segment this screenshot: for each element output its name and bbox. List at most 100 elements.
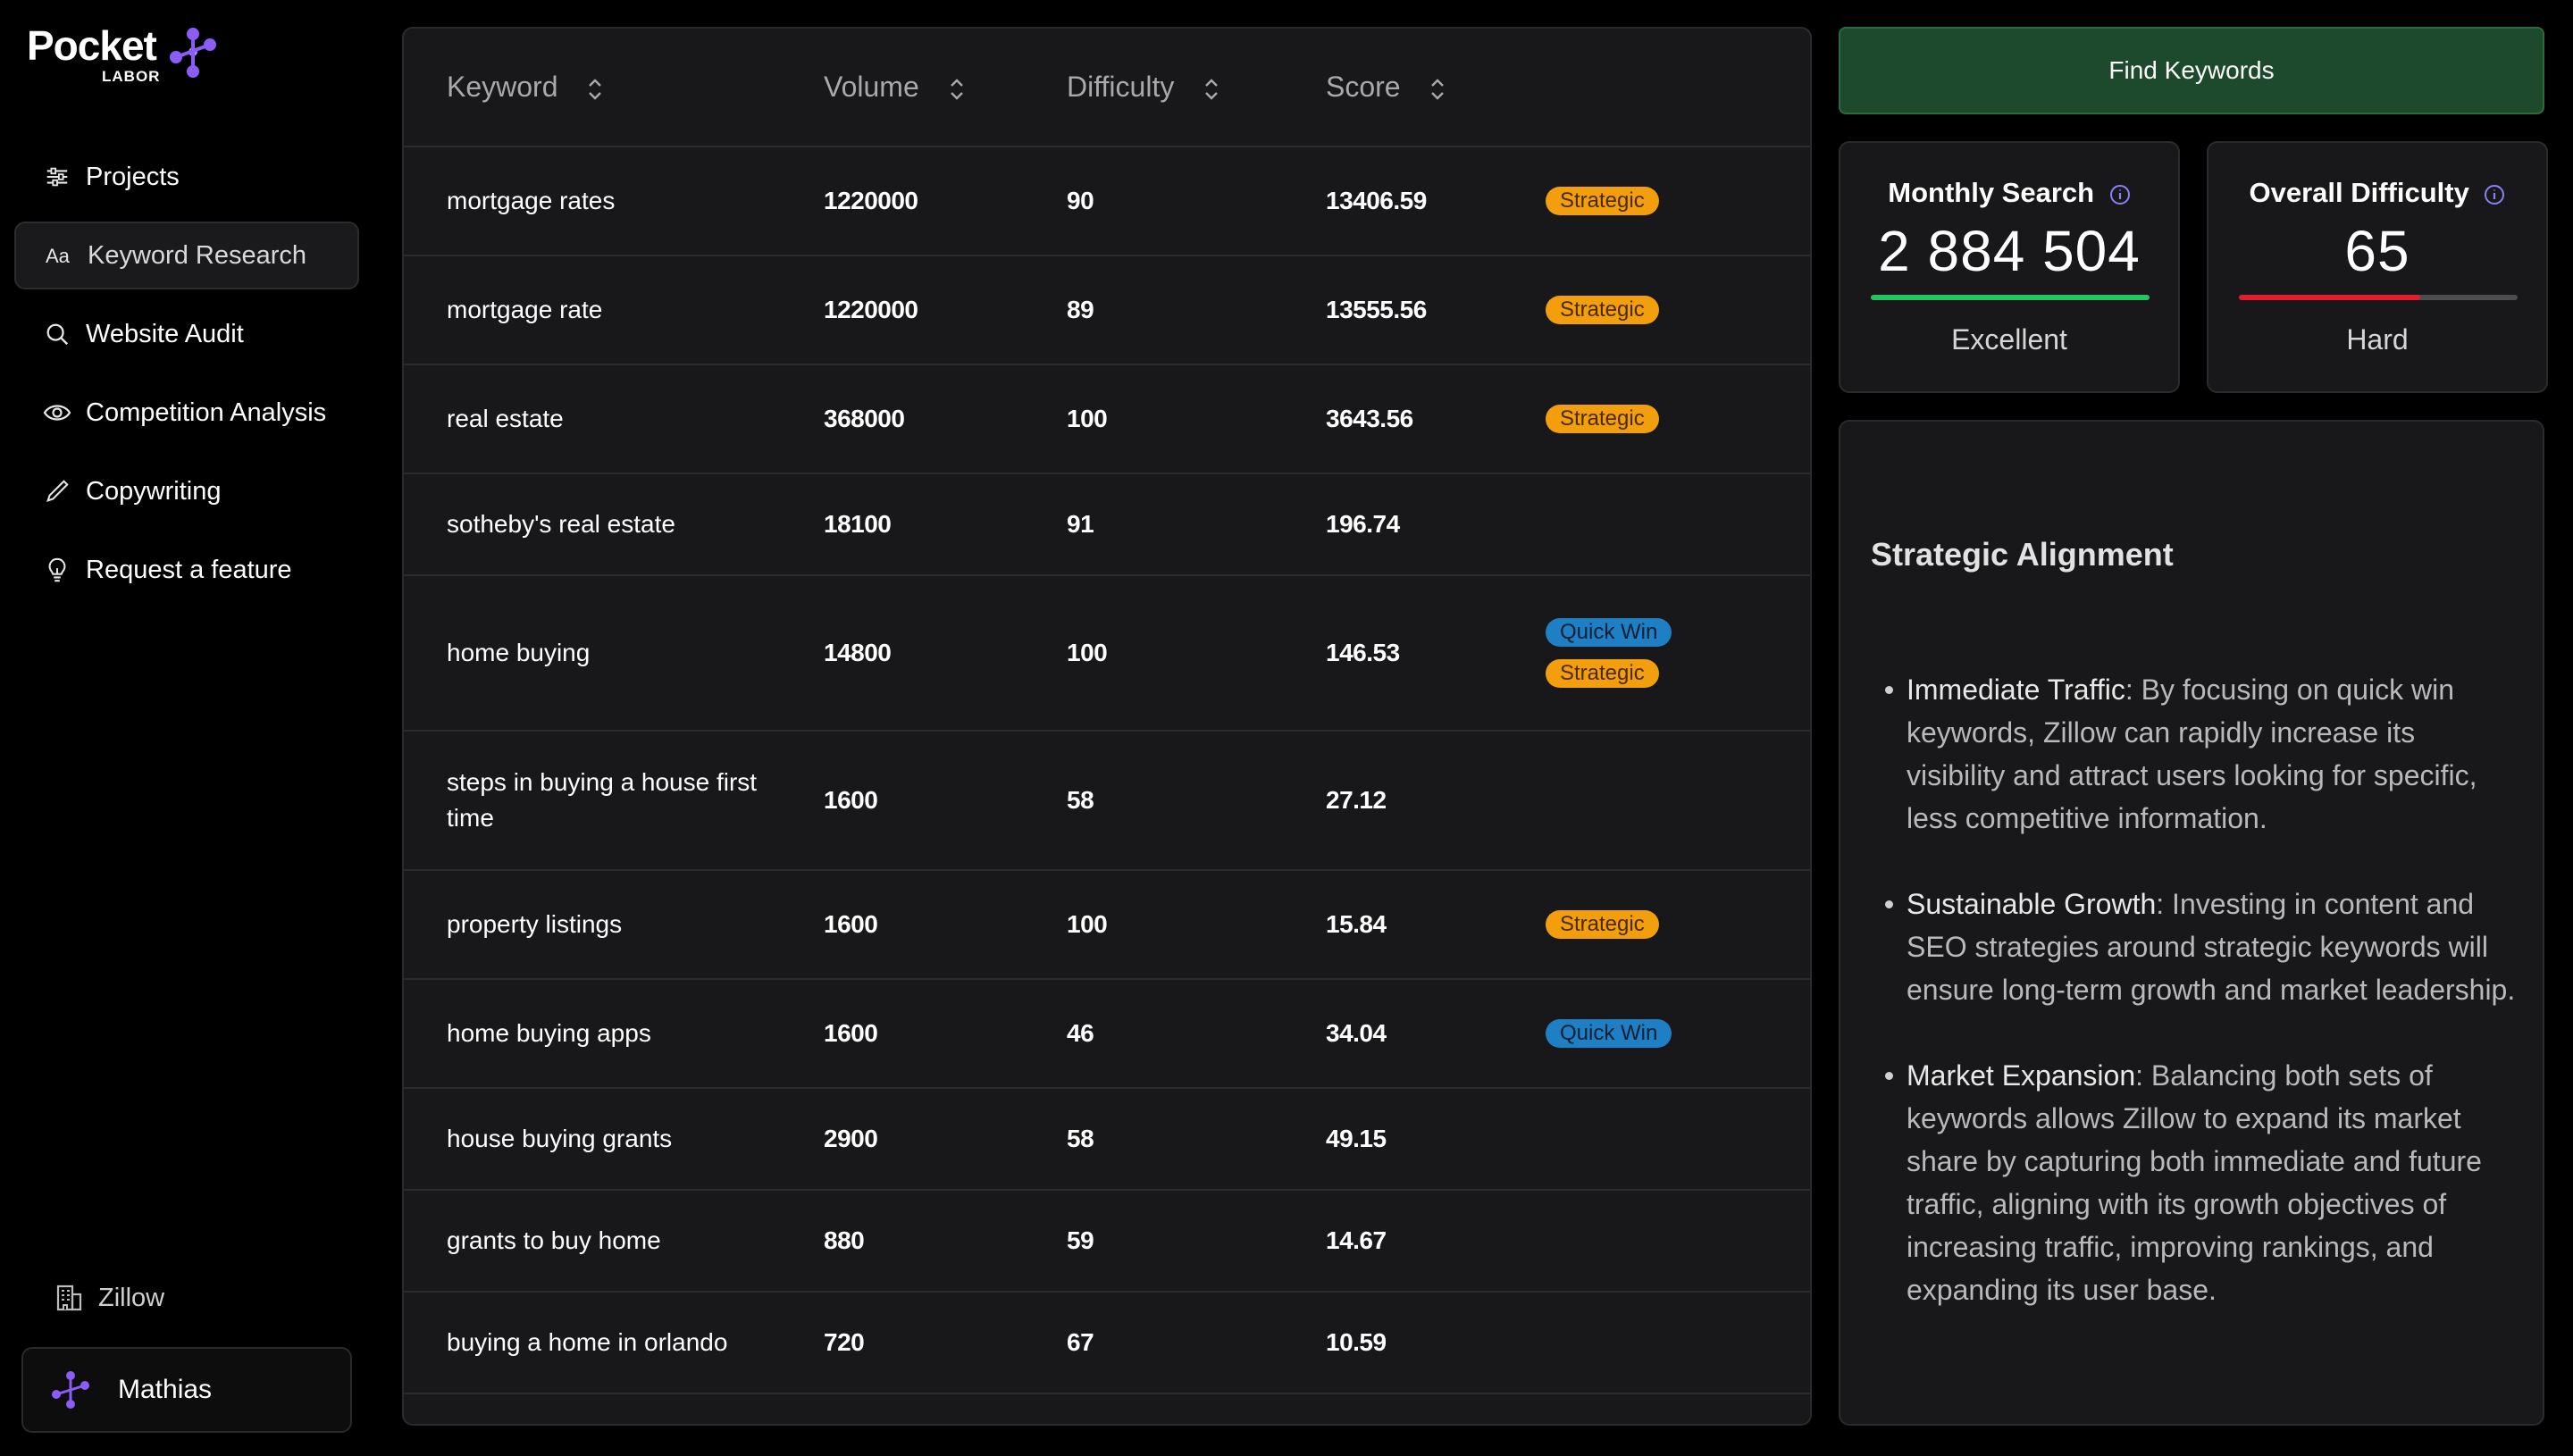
monthly-search-value: 2 884 504 (1878, 219, 2141, 283)
volume-cell: 1220000 (824, 255, 1067, 365)
tags-cell (1546, 1393, 1810, 1424)
score-cell: 13555.56 (1326, 255, 1546, 365)
sliders-icon (43, 163, 71, 191)
strategic-badge: Strategic (1546, 187, 1659, 215)
sidebar-item-label: Copywriting (86, 476, 222, 506)
sidebar-item-keyword-research[interactable]: Aa Keyword Research (14, 222, 359, 289)
keyword-table: Keyword Volume Difficulty Score mortgage… (404, 29, 1810, 1424)
column-header-volume[interactable]: Volume (824, 29, 1067, 147)
tags-cell: Quick Win Strategic (1546, 575, 1810, 732)
keyword-cell: grants to buy home (404, 1190, 824, 1293)
table-row[interactable]: house buying grants 2900 58 49.15 (404, 1088, 1810, 1191)
volume-cell: 590 (824, 1393, 1067, 1424)
sort-icon (1431, 78, 1445, 100)
table-row[interactable]: real estate 368000 100 3643.56 Strategic (404, 364, 1810, 474)
user-menu[interactable]: Mathias (21, 1347, 352, 1433)
sidebar-item-copywriting[interactable]: Copywriting (14, 457, 359, 525)
sidebar-item-website-audit[interactable]: Website Audit (14, 300, 359, 368)
keyword-cell: home buying (404, 575, 824, 732)
keyword-cell: home buying 101 (404, 1393, 824, 1424)
score-cell: 10.59 (1326, 1292, 1546, 1394)
volume-cell: 18100 (824, 473, 1067, 576)
monthly-search-title: Monthly Search (1888, 177, 2095, 208)
overall-difficulty-rating: Hard (2346, 323, 2409, 356)
overall-difficulty-title-row: Overall Difficulty (2208, 177, 2546, 209)
table-row[interactable]: buying a home in orlando 720 67 10.59 (404, 1292, 1810, 1394)
tags-cell: Strategic (1546, 364, 1810, 474)
column-header-keyword[interactable]: Keyword (404, 29, 824, 147)
insight-item: Immediate Traffic: By focusing on quick … (1885, 668, 2519, 840)
score-cell: 8.94 (1326, 1393, 1546, 1424)
tags-cell (1546, 731, 1810, 871)
table-row[interactable]: property listings 1600 100 15.84 Strategic (404, 870, 1810, 980)
column-label-difficulty: Difficulty (1067, 71, 1175, 103)
overall-difficulty-bar (2239, 295, 2518, 300)
table-row[interactable]: sotheby's real estate 18100 91 196.74 (404, 473, 1810, 576)
keyword-cell: steps in buying a house first time (404, 731, 824, 871)
table-body: mortgage rates 1220000 90 13406.59 Strategic… (404, 146, 1810, 1424)
score-cell: 34.04 (1326, 979, 1546, 1089)
overall-difficulty-title: Overall Difficulty (2249, 177, 2469, 208)
volume-cell: 880 (824, 1190, 1067, 1293)
sidebar-item-label: Projects (86, 162, 180, 191)
column-header-score[interactable]: Score (1326, 29, 1546, 147)
difficulty-cell: 58 (1067, 731, 1326, 871)
difficulty-cell: 100 (1067, 364, 1326, 474)
find-keywords-button[interactable]: Find Keywords (1839, 27, 2544, 114)
sidebar-item-label: Keyword Research (88, 240, 306, 270)
volume-cell: 2900 (824, 1088, 1067, 1191)
lightbulb-icon (43, 556, 71, 584)
strategic-badge: Strategic (1546, 910, 1659, 939)
keyword-cell: property listings (404, 870, 824, 980)
tags-cell (1546, 1088, 1810, 1191)
keyword-cell: sotheby's real estate (404, 473, 824, 576)
difficulty-cell: 91 (1067, 473, 1326, 576)
difficulty-cell: 46 (1067, 979, 1326, 1089)
sidebar-item-request-a-feature[interactable]: Request a feature (14, 536, 359, 604)
main-nav: Projects Aa Keyword Research Website Audit C… (14, 143, 359, 615)
table-row[interactable]: mortgage rate 1220000 89 13555.56 Strategic (404, 255, 1810, 365)
tags-cell: Strategic (1546, 255, 1810, 365)
column-label-volume: Volume (824, 71, 919, 103)
column-header-difficulty[interactable]: Difficulty (1067, 29, 1326, 147)
brand-logo[interactable]: Pocket LABOR (27, 22, 221, 85)
sidebar-item-label: Website Audit (86, 319, 244, 348)
difficulty-cell: 67 (1067, 1292, 1326, 1394)
table-row[interactable]: home buying 101590658.94 (404, 1393, 1810, 1424)
volume-cell: 1220000 (824, 146, 1067, 256)
info-icon[interactable] (2484, 184, 2505, 205)
difficulty-cell: 59 (1067, 1190, 1326, 1293)
table-row[interactable]: home buying apps 1600 46 34.04 Quick Win (404, 979, 1810, 1089)
tags-cell (1546, 1190, 1810, 1293)
insight-term: Market Expansion (1907, 1059, 2136, 1092)
tags-cell: Strategic (1546, 146, 1810, 256)
search-icon (43, 320, 71, 348)
table-row[interactable]: steps in buying a house first time 1600 58… (404, 731, 1810, 871)
tags-cell: Quick Win (1546, 979, 1810, 1089)
difficulty-cell: 100 (1067, 870, 1326, 980)
overall-difficulty-value: 65 (2344, 219, 2410, 283)
eye-icon (43, 398, 71, 427)
monthly-search-title-row: Monthly Search (1840, 177, 2178, 209)
table-header-row: Keyword Volume Difficulty Score (404, 29, 1810, 147)
column-label-keyword: Keyword (447, 71, 558, 103)
info-icon[interactable] (2109, 184, 2131, 205)
sidebar-item-competition-analysis[interactable]: Competition Analysis (14, 379, 359, 447)
table-row[interactable]: grants to buy home 880 59 14.67 (404, 1190, 1810, 1293)
overall-difficulty-card: Overall Difficulty 65 Hard (2207, 141, 2548, 393)
table-row[interactable]: home buying 14800 100 146.53 Quick Win Strate… (404, 575, 1810, 732)
brand-name: Pocket (27, 22, 157, 69)
keyword-cell: house buying grants (404, 1088, 824, 1191)
org-switcher[interactable]: Zillow (54, 1283, 164, 1313)
tags-cell (1546, 1292, 1810, 1394)
sidebar-item-label: Request a feature (86, 555, 292, 584)
difficulty-cell: 89 (1067, 255, 1326, 365)
app-root: Pocket LABOR Projects Aa Keyword Research W… (0, 0, 2573, 1456)
strategic-badge: Strategic (1546, 296, 1659, 324)
table-row[interactable]: mortgage rates 1220000 90 13406.59 Strategic (404, 146, 1810, 256)
keyword-cell: home buying apps (404, 979, 824, 1089)
monthly-search-bar-fill (1871, 295, 2150, 300)
sidebar-item-projects[interactable]: Projects (14, 143, 359, 211)
text-aa-icon: Aa (45, 241, 73, 270)
score-cell: 146.53 (1326, 575, 1546, 732)
